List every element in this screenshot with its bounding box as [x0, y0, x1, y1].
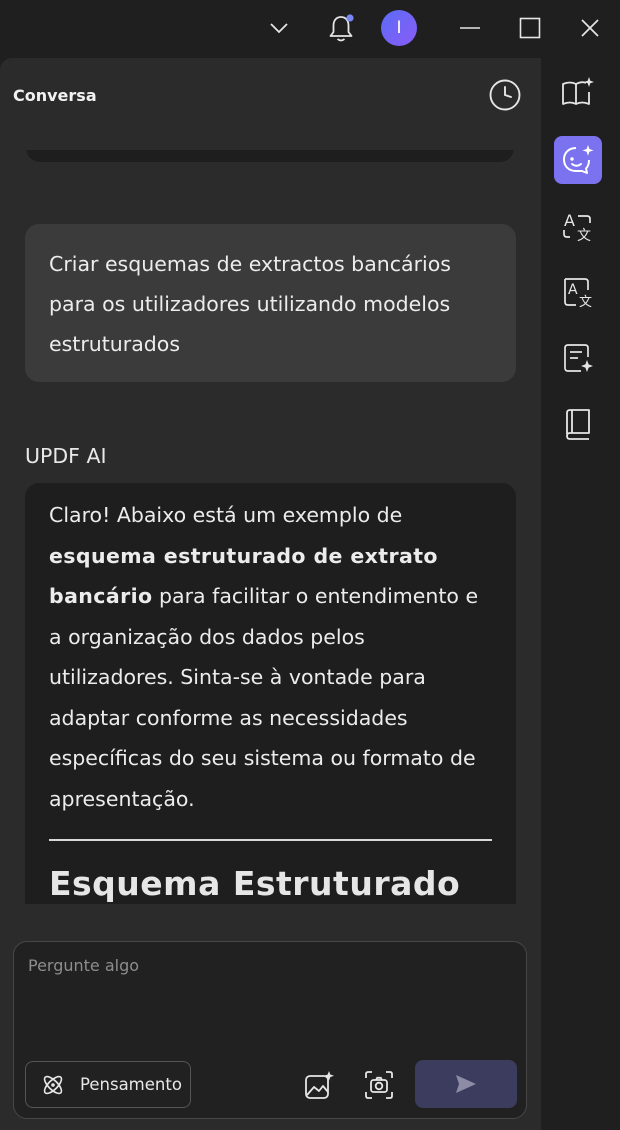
svg-text:文: 文 — [577, 228, 591, 243]
tool-sidebar: A 文 A 文 — [541, 58, 620, 1130]
maximize-icon[interactable] — [513, 10, 547, 46]
atom-icon — [43, 1075, 63, 1094]
ai-message-bubble: Claro! Abaixo está um exemplo de esquema… — [25, 483, 516, 904]
translate-icon: A 文 — [563, 211, 591, 243]
avatar-initial: I — [381, 10, 417, 46]
sidebar-item-translate-document[interactable]: A 文 — [554, 268, 602, 316]
history-icon[interactable] — [488, 78, 522, 112]
screenshot-camera-icon[interactable] — [362, 1068, 396, 1102]
bell-icon[interactable] — [324, 10, 358, 46]
translate-doc-icon: A 文 — [564, 278, 592, 309]
svg-text:A: A — [568, 282, 578, 298]
chat-input-box: Pensamento — [13, 941, 527, 1119]
svg-text:文: 文 — [579, 295, 592, 309]
thinking-label: Pensamento — [80, 1075, 182, 1094]
send-icon — [456, 1075, 476, 1093]
horizontal-rule — [49, 839, 492, 841]
sidebar-item-book-sparkle[interactable] — [554, 68, 602, 116]
minimize-icon[interactable] — [453, 10, 487, 46]
summary-icon — [564, 344, 593, 372]
ai-sender-label: UPDF AI — [25, 444, 107, 468]
chat-scroll-area[interactable]: Criar esquemas de extractos bancários pa… — [0, 150, 541, 904]
avatar[interactable]: I — [381, 10, 417, 46]
svg-text:A: A — [564, 211, 575, 230]
question-input[interactable] — [26, 954, 510, 1048]
user-message-text: Criar esquemas de extractos bancários pa… — [49, 252, 451, 356]
book-icon — [566, 409, 590, 440]
panel-title: Conversa — [13, 86, 97, 105]
close-icon[interactable] — [573, 10, 607, 46]
ai-message-paragraph: Claro! Abaixo está um exemplo de esquema… — [49, 495, 492, 819]
sidebar-item-translate[interactable]: A 文 — [554, 202, 602, 250]
sidebar-item-summary[interactable] — [554, 334, 602, 382]
sidebar-item-book[interactable] — [554, 400, 602, 448]
ai-rest-text: para facilitar o entendimento e a organi… — [49, 584, 479, 811]
book-sparkle-icon — [562, 77, 594, 105]
send-button[interactable] — [415, 1060, 517, 1108]
ai-heading: Esquema Estruturado de Extrato Bancário — [49, 864, 461, 903]
sidebar-item-ai-chat[interactable] — [554, 136, 602, 184]
ai-intro-text: Claro! Abaixo está um exemplo de — [49, 503, 403, 527]
title-bar: I — [0, 0, 620, 58]
chat-panel: Conversa Criar esquemas de extractos ban… — [0, 58, 541, 1130]
chevron-down-icon[interactable] — [262, 10, 296, 46]
user-message-bubble: Criar esquemas de extractos bancários pa… — [25, 224, 516, 382]
image-sparkle-icon[interactable] — [302, 1068, 336, 1102]
thinking-toggle-button[interactable]: Pensamento — [25, 1061, 191, 1108]
chat-bot-icon — [563, 145, 594, 174]
previous-message-bubble — [26, 150, 514, 162]
